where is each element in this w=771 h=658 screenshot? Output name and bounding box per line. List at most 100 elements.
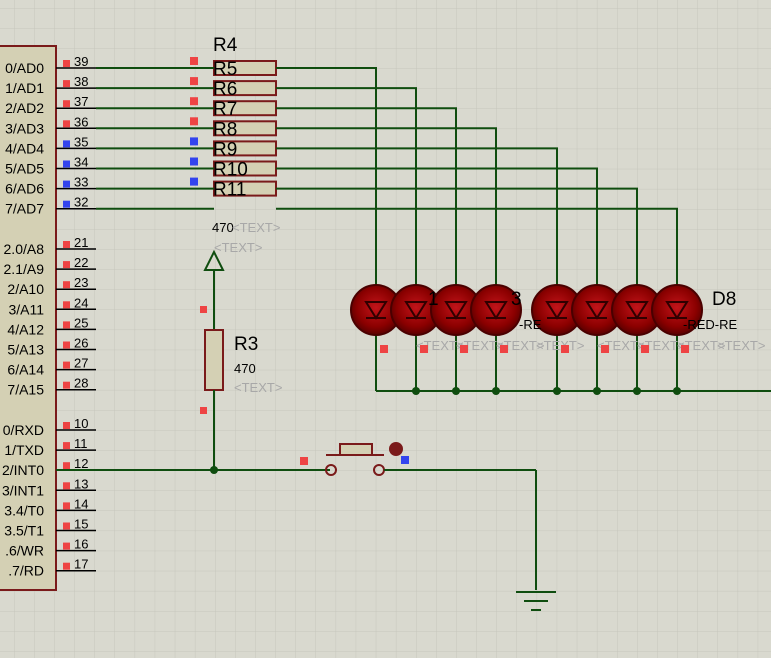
port0-pin-signal: 7/AD7 (5, 201, 44, 217)
pin-state-marker (63, 341, 70, 349)
schematic-canvas[interactable]: 0/AD0 39 1/AD1 38 2/AD2 37 3/AD3 36 4/AD4 35 5/AD5… (0, 0, 771, 658)
pin-state-marker (63, 562, 70, 570)
resistor-label: R8 (213, 119, 237, 140)
pin-state-marker (63, 180, 70, 188)
pin-state-marker (63, 60, 70, 67)
port3-pin-signal: 3/INT1 (2, 482, 44, 498)
junction-dot (492, 387, 500, 395)
port3-pin-signal: 0/RXD (3, 422, 44, 438)
port2-pin-number: 27 (74, 356, 88, 371)
pin-state-marker (63, 160, 70, 168)
pin-state-marker (190, 77, 198, 86)
pin-state-marker (681, 345, 689, 353)
junction-dot (452, 387, 460, 395)
resistor-label: R4 (213, 35, 238, 56)
pin-state-marker (63, 361, 70, 369)
pin-state-marker (63, 241, 70, 248)
port3-pin-number: 10 (74, 416, 88, 431)
port0-pin-signal: 4/AD4 (5, 140, 44, 156)
port0-pin-number: 35 (74, 134, 88, 149)
resistor-r3[interactable] (204, 329, 224, 391)
pin-state-marker (190, 137, 198, 146)
resistor-label: R11 (213, 180, 246, 201)
pin-state-marker (63, 502, 70, 510)
port0-pin-signal: 1/AD1 (5, 80, 44, 96)
junction-dot (633, 387, 641, 395)
pin-state-marker (63, 482, 70, 490)
pin-state-marker (63, 140, 70, 148)
resistor-label: R7 (213, 99, 237, 120)
pin-state-marker (641, 345, 649, 353)
led-label-d8: D8 (712, 289, 736, 310)
pin-state-marker (561, 345, 569, 353)
pin-state-marker (63, 381, 70, 389)
resistor-label: R6 (213, 79, 237, 100)
pin-state-marker (460, 345, 468, 353)
port3-pin-number: 12 (74, 456, 88, 471)
pin-state-marker (63, 301, 70, 309)
pin-state-marker (500, 345, 508, 353)
pin-marker (200, 407, 207, 414)
port0-pin-number: 37 (74, 94, 88, 109)
port0-pin-number: 32 (74, 195, 88, 210)
led-label: 3 (511, 289, 522, 310)
pin-state-marker (190, 157, 198, 166)
pin-state-marker (380, 345, 388, 353)
port3-pin-signal: 3.5/T1 (4, 523, 44, 539)
pin-state-marker (420, 345, 428, 353)
port2-pin-number: 23 (74, 275, 88, 290)
port0-pin-signal: 5/AD5 (5, 161, 44, 177)
resistor-pack-text-2: <TEXT> (214, 240, 262, 255)
r3-value: 470 (234, 361, 256, 376)
port3-pin-number: 15 (74, 517, 88, 532)
port2-pin-signal: 4/A12 (7, 321, 44, 337)
port0-pin-signal: 2/AD2 (5, 100, 44, 116)
port3-pin-signal: 1/TXD (4, 442, 44, 458)
junction-dot (673, 387, 681, 395)
pin-state-marker (63, 422, 70, 429)
pin-state-marker (190, 117, 198, 126)
pin-state-marker (63, 200, 70, 208)
port3-pin-signal: .7/RD (8, 563, 44, 579)
pin-state-marker (63, 542, 70, 550)
port2-pin-signal: 6/A14 (7, 362, 44, 378)
port2-pin-signal: 7/A15 (7, 382, 44, 398)
port2-pin-signal: 5/A13 (7, 342, 44, 358)
junction-dot (593, 387, 601, 395)
pin-state-marker (190, 97, 198, 106)
port2-pin-signal: 2.0/A8 (4, 241, 45, 257)
port3-pin-signal: .6/WR (5, 543, 44, 559)
port0-pin-number: 36 (74, 114, 88, 129)
port2-pin-number: 26 (74, 336, 88, 351)
port3-pin-number: 16 (74, 537, 88, 552)
led-text: <TEXT> (536, 338, 584, 353)
port2-pin-number: 25 (74, 315, 88, 330)
port2-pin-number: 24 (74, 295, 88, 310)
junction-dot (210, 466, 218, 474)
port2-pin-number: 21 (74, 235, 88, 250)
port2-pin-signal: 2/A10 (7, 281, 44, 297)
junction-dot (553, 387, 561, 395)
pin-state-marker (63, 261, 70, 269)
r3-label: R3 (234, 334, 258, 355)
port2-pin-signal: 2.1/A9 (4, 261, 45, 277)
pin-state-marker (63, 100, 70, 108)
led-part-text: -RED-RE (683, 317, 737, 332)
port0-pin-number: 34 (74, 155, 88, 170)
junction-dot (412, 387, 420, 395)
port0-pin-signal: 3/AD3 (5, 120, 44, 136)
port2-pin-number: 28 (74, 376, 88, 391)
pin-state-marker (63, 80, 70, 88)
pin-state-marker (190, 177, 198, 186)
port3-pin-number: 11 (74, 436, 88, 451)
resistor-pack-text-1: <TEXT> (232, 220, 280, 235)
resistor-label: R9 (213, 139, 237, 160)
pin-state-marker (63, 120, 70, 128)
resistor-label: R10 (213, 160, 248, 181)
pin-state-marker (190, 57, 198, 65)
r3-text: <TEXT> (234, 380, 282, 395)
led-text: <TEXT> (717, 338, 765, 353)
port0-pin-number: 39 (74, 54, 88, 69)
port0-pin-number: 33 (74, 175, 88, 190)
port0-pin-signal: 6/AD6 (5, 181, 44, 197)
